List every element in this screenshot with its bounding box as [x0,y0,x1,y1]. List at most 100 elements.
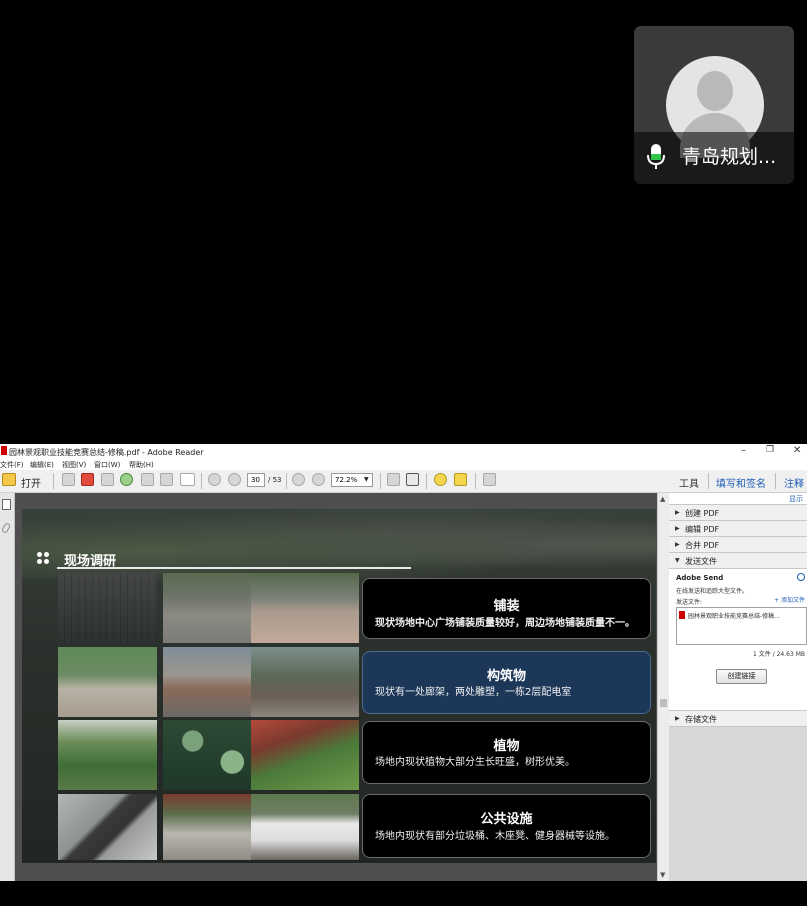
print-icon[interactable] [160,473,173,486]
pdf-page: 现场调研 铺装 现状场地中心广场铺装质量较好，周边场地铺装质量不一。 构筑物 现… [22,509,656,863]
edit-icon[interactable] [101,473,114,486]
card-title: 公共设施 [480,812,533,827]
toolbar-separator [475,473,476,489]
chevron-right-icon: ▶ [675,715,680,722]
pdf-icon [1,446,7,455]
close-button[interactable]: ✕ [793,445,801,456]
highlight-icon[interactable] [454,473,467,486]
card-description: 现状场地中心广场铺装质量较好，周边场地铺装质量不一。 [375,618,635,629]
photo-facility-2 [163,794,262,860]
photo-plants-1 [58,720,157,790]
toolbar-separator [201,473,202,489]
toolbar-separator [380,473,381,489]
card-title: 植物 [493,739,520,754]
attachment-icon[interactable] [0,522,12,534]
toolbar: 打开 30 / 53 72.2% ▼ 工具 填写和签名 注释 [0,470,807,493]
comment-link[interactable]: 注释 [784,475,804,490]
page-number-input[interactable]: 30 [247,473,265,487]
save-icon[interactable] [141,473,154,486]
comment-icon[interactable] [434,473,447,486]
section-create-pdf[interactable]: ▶ 创建 PDF [669,505,807,521]
participant-name: 青岛规划... [682,146,777,168]
menu-file[interactable]: 文件(F) [0,460,24,470]
card-description: 场地内现状有部分垃圾桶、木座凳、健身器械等设施。 [375,831,615,842]
file-list[interactable]: 园林景观职业技能竞赛总结-修稿... [676,607,807,645]
photo-structure-1 [58,647,157,717]
previous-page-icon[interactable] [208,473,221,486]
photo-plants-3 [251,720,359,790]
menu-window[interactable]: 窗口(W) [94,460,120,470]
fill-sign-link[interactable]: 填写和签名 [716,475,766,490]
title-bar: 园林景观职业技能竞赛总结-修稿.pdf - Adobe Reader – ❐ ✕ [0,444,807,458]
section-label: 创建 PDF [685,509,720,518]
photo-facility-1 [58,794,157,860]
help-icon[interactable] [797,573,805,581]
menu-bar: 文件(F) 编辑(E) 视图(V) 窗口(W) 帮助(H) [0,458,807,470]
card-description: 现状有一处廊架，两处雕塑，一栋2层配电室 [375,687,572,698]
section-label: 存储文件 [685,715,717,724]
email-icon[interactable] [180,473,195,486]
pane-header: 显示 [669,493,807,505]
toolbar-separator [426,473,427,489]
file-count: 1 文件 / 24.63 MB [753,651,805,658]
scroll-down-icon[interactable]: ▼ [660,871,665,879]
photo-paving-3 [251,573,359,643]
restore-button[interactable]: ❐ [766,445,774,455]
section-store-file[interactable]: ▶ 存储文件 [669,711,807,727]
next-page-icon[interactable] [228,473,241,486]
title-underline [57,567,411,569]
video-tile[interactable]: 青岛规划... [634,26,794,184]
file-name: 园林景观职业技能竞赛总结-修稿... [688,613,780,620]
open-button[interactable]: 打开 [21,475,41,490]
add-file-link[interactable]: + 添加文件 [774,595,805,604]
section-combine-pdf[interactable]: ▶ 合并 PDF [669,537,807,553]
card-title: 铺装 [493,599,520,614]
menu-help[interactable]: 帮助(H) [129,460,154,470]
section-send-file[interactable]: ▼ 发送文件 [669,553,807,569]
scroll-up-icon[interactable]: ▲ [660,495,665,503]
photo-structure-3 [251,647,359,717]
card-title: 构筑物 [486,669,526,684]
vertical-scrollbar[interactable]: ▲ ▼ [657,493,669,881]
menu-edit[interactable]: 编辑(E) [30,460,54,470]
menu-view[interactable]: 视图(V) [62,460,86,470]
send-subtitle: 在线发送和追踪大型文件。 [676,588,749,595]
pdf-file-icon [679,611,685,619]
minimize-button[interactable]: – [741,445,746,456]
section-edit-pdf[interactable]: ▶ 编辑 PDF [669,521,807,537]
photo-facility-3 [251,794,359,860]
toolbar-separator [775,473,776,489]
chevron-down-icon[interactable]: ▼ [364,476,369,483]
cloud-upload-icon[interactable] [120,473,133,486]
pdf-export-icon[interactable] [81,473,94,486]
tools-link[interactable]: 工具 [679,475,699,490]
create-pdf-icon[interactable] [62,473,75,486]
scroll-thumb[interactable] [660,699,667,707]
photo-paving-1 [58,573,157,643]
document-area[interactable]: 现场调研 铺装 现状场地中心广场铺装质量较好，周边场地铺装质量不一。 构筑物 现… [15,493,657,881]
open-folder-icon[interactable] [2,473,16,486]
reader-window: 园林景观职业技能竞赛总结-修稿.pdf - Adobe Reader – ❐ ✕… [0,444,807,881]
card-description: 场地内现状植物大部分生长旺盛，树形优美。 [375,757,575,768]
toolbar-separator [53,473,54,489]
fit-page-icon[interactable] [387,473,400,486]
show-link[interactable]: 显示 [789,494,803,504]
fit-width-icon[interactable] [406,473,419,486]
section-label: 编辑 PDF [685,525,720,534]
section-label: 合并 PDF [685,541,720,550]
four-dots-icon [37,552,51,566]
page-thumbnails-icon[interactable] [2,499,11,510]
navigation-pane [0,493,15,881]
zoom-in-icon[interactable] [312,473,325,486]
zoom-out-icon[interactable] [292,473,305,486]
window-title: 园林景观职业技能竞赛总结-修稿.pdf - Adobe Reader [9,448,204,457]
toolbar-separator [286,473,287,489]
send-file-label: 发送文件: [676,599,703,606]
expand-icon[interactable] [483,473,496,486]
create-link-button[interactable]: 创建链接 [716,669,767,684]
chevron-right-icon: ▶ [675,509,680,516]
chevron-right-icon: ▶ [675,541,680,548]
send-panel: Adobe Send 在线发送和追踪大型文件。 发送文件: + 添加文件 园林景… [669,569,807,711]
toolbar-separator [708,473,709,489]
chevron-down-icon: ▼ [675,557,680,564]
